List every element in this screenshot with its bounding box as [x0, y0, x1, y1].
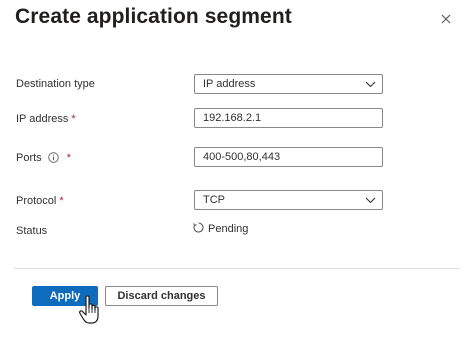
info-icon[interactable]	[47, 151, 59, 163]
status-label: Status	[16, 225, 48, 237]
protocol-label: Protocol *	[16, 195, 64, 207]
discard-changes-button[interactable]: Discard changes	[105, 286, 218, 306]
protocol-select[interactable]: TCP	[194, 190, 383, 210]
hand-pointer-cursor	[78, 294, 104, 328]
chevron-down-icon	[365, 195, 376, 205]
required-marker: *	[71, 113, 76, 125]
footer-divider	[14, 268, 460, 269]
ip-address-input[interactable]	[195, 109, 382, 127]
close-icon	[438, 11, 454, 27]
required-marker: *	[66, 152, 71, 164]
required-marker: *	[59, 195, 64, 207]
ip-address-label-text: IP address	[16, 113, 69, 125]
chevron-down-icon	[365, 79, 376, 89]
protocol-value: TCP	[203, 194, 225, 206]
pending-icon	[193, 222, 204, 233]
destination-type-value: IP address	[203, 78, 256, 90]
status-text: Pending	[208, 223, 249, 235]
destination-type-label-text: Destination type	[16, 78, 95, 90]
create-segment-panel: Create application segment Destination t…	[0, 0, 474, 355]
destination-type-select[interactable]: IP address	[194, 74, 383, 94]
protocol-label-text: Protocol	[16, 195, 57, 207]
ports-input[interactable]	[195, 148, 382, 166]
page-title: Create application segment	[15, 5, 292, 28]
ip-address-label: IP address *	[16, 113, 76, 125]
ports-field[interactable]	[194, 147, 383, 167]
ports-label-text: Ports	[16, 152, 42, 164]
ip-address-field[interactable]	[194, 108, 383, 128]
ports-label: Ports *	[16, 151, 71, 164]
close-button[interactable]	[438, 11, 454, 27]
destination-type-label: Destination type	[16, 78, 95, 90]
